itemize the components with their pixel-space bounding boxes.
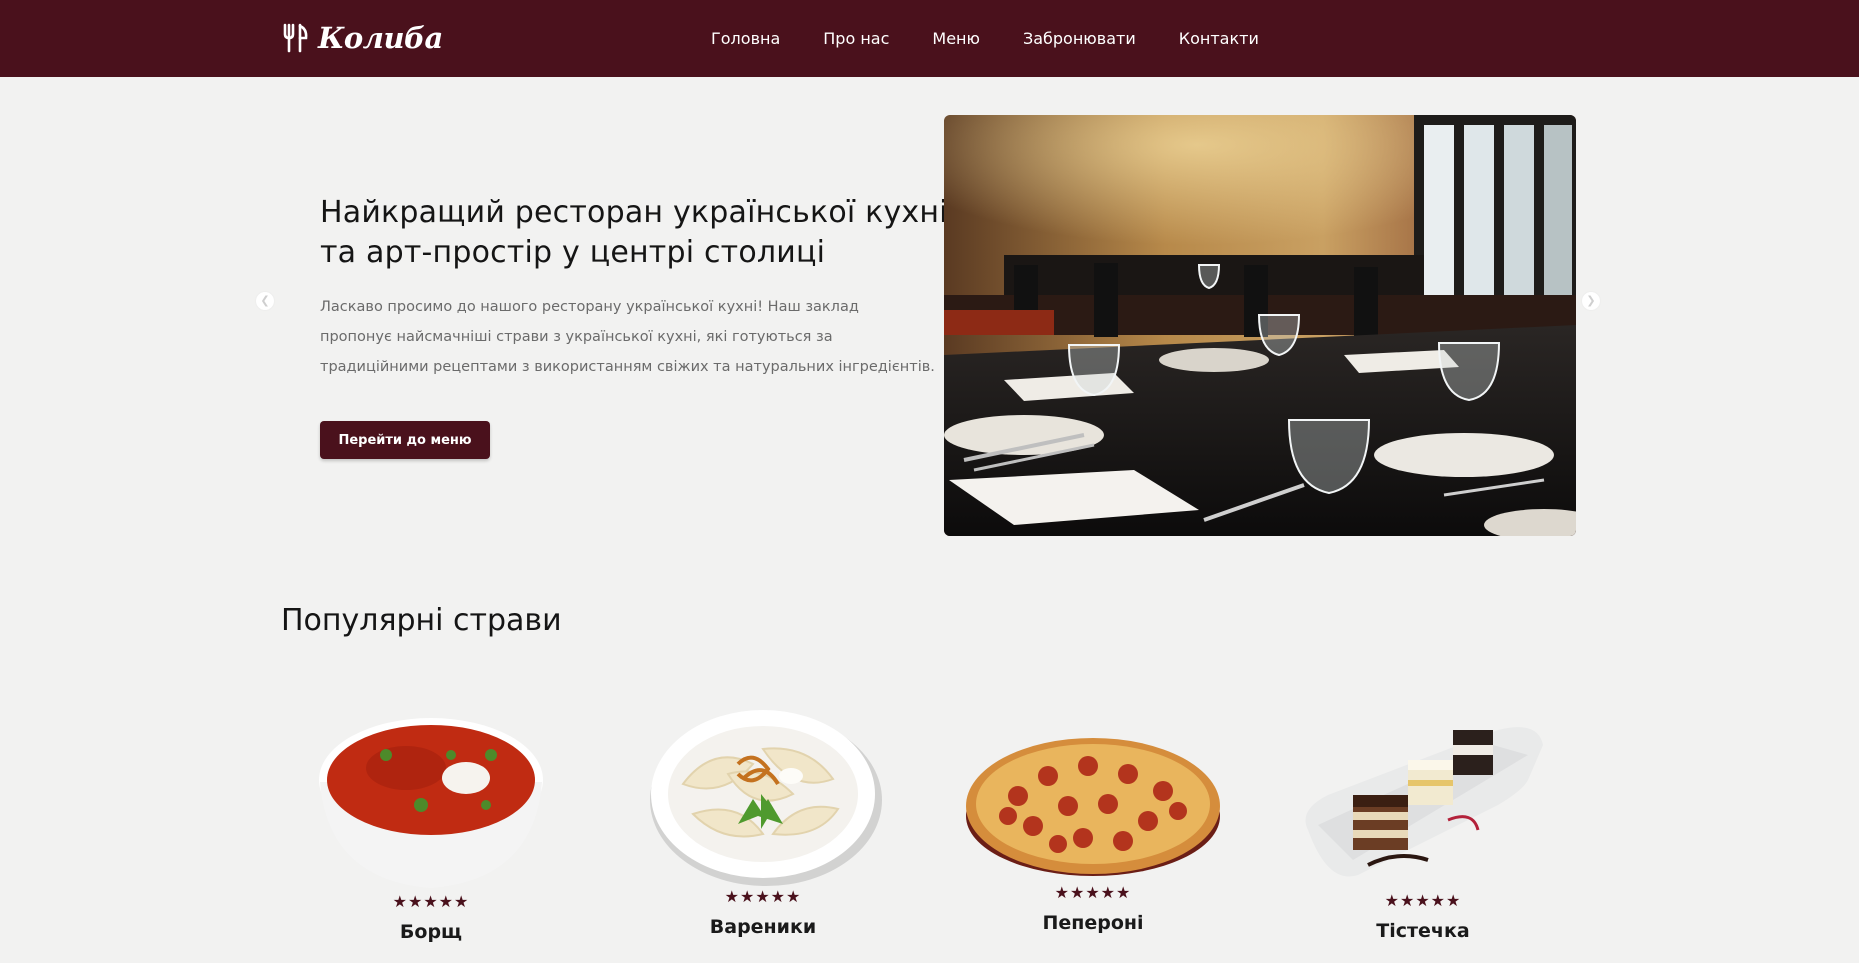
- nav-item-home[interactable]: Головна: [711, 29, 780, 48]
- varenyky-image: [650, 710, 882, 886]
- dish-card[interactable]: ★★★★★ Вареники: [613, 704, 913, 938]
- logo-link[interactable]: Колиба: [282, 18, 443, 58]
- hero-desc-line: традиційними рецептами з використанням с…: [320, 359, 935, 375]
- rating-stars: ★★★★★: [724, 887, 802, 906]
- chevron-right-icon[interactable]: ❯: [1582, 292, 1600, 310]
- pepperoni-pizza-image: [966, 738, 1220, 876]
- hero-desc-line: Ласкаво просимо до нашого ресторану укра…: [320, 299, 859, 315]
- dish-name: Тістечка: [1376, 920, 1470, 942]
- dish-card[interactable]: ★★★★★ Пепероні: [943, 726, 1243, 934]
- dish-name: Вареники: [709, 916, 817, 938]
- hero-title-line: та арт-простір у центрі столиці: [320, 235, 826, 270]
- cakes-image: [1305, 727, 1543, 877]
- dish-name: Пепероні: [1042, 912, 1144, 934]
- rating-stars: ★★★★★: [1054, 883, 1132, 902]
- nav-item-about[interactable]: Про нас: [823, 29, 889, 48]
- hero-title: Найкращий ресторан української кухні та …: [320, 193, 960, 273]
- logo-text: Колиба: [318, 21, 443, 55]
- restaurant-interior-photo: [944, 115, 1576, 536]
- hero-text-block: Найкращий ресторан української кухні та …: [320, 193, 960, 382]
- hero-desc-line: пропонує найсмачніші страви з українсько…: [320, 329, 833, 345]
- popular-dishes-title: Популярні страви: [281, 603, 562, 638]
- dish-card[interactable]: ★★★★★ Борщ: [281, 710, 581, 943]
- rating-stars: ★★★★★: [392, 892, 470, 911]
- nav-item-menu[interactable]: Меню: [932, 29, 980, 48]
- navbar: Колиба Головна Про нас Меню Забронювати …: [0, 0, 1859, 77]
- hero-description: Ласкаво просимо до нашого ресторану укра…: [320, 292, 950, 382]
- rating-stars: ★★★★★: [1384, 891, 1462, 910]
- nav-item-booking[interactable]: Забронювати: [1023, 29, 1136, 48]
- main-nav: Головна Про нас Меню Забронювати Контакт…: [711, 0, 1302, 77]
- dish-name: Борщ: [399, 921, 463, 943]
- chevron-left-icon[interactable]: ❮: [256, 292, 274, 310]
- hero-title-line: Найкращий ресторан української кухні: [320, 195, 948, 230]
- nav-item-contacts[interactable]: Контакти: [1179, 29, 1259, 48]
- borscht-image: [319, 718, 543, 888]
- dish-card[interactable]: ★★★★★ Тістечка: [1273, 700, 1573, 942]
- fork-knife-icon: [283, 23, 308, 53]
- go-to-menu-button[interactable]: Перейти до меню: [320, 421, 490, 459]
